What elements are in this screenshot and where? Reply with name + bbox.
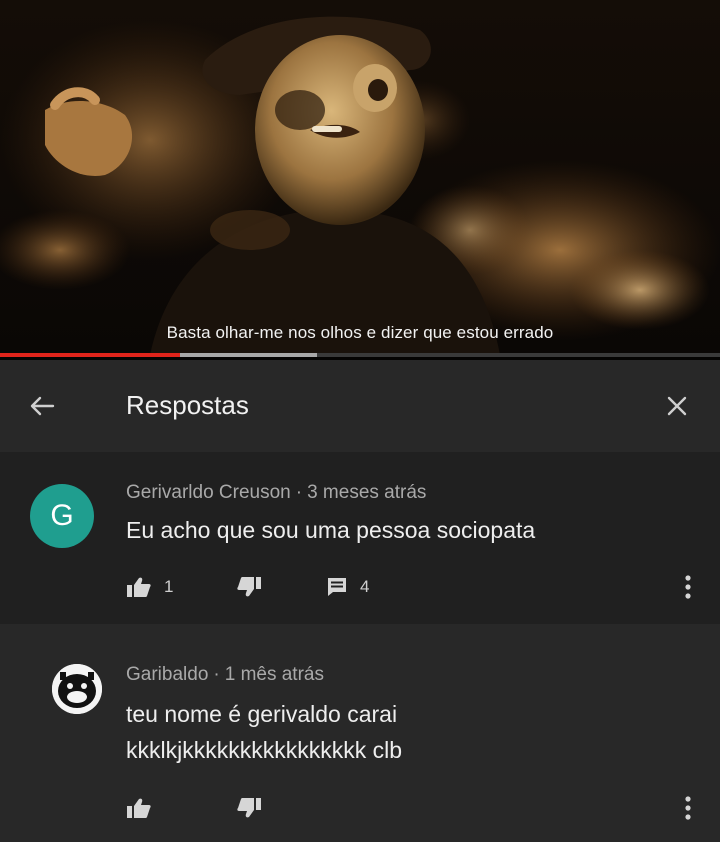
- reply-item: Garibaldo · 1 mês atrás teu nome é gerival…: [0, 624, 720, 842]
- comment-text: Eu acho que sou uma pessoa sociopata: [126, 512, 535, 548]
- reply-text: teu nome é gerivaldo carai kkklkjkkkkkkk…: [126, 696, 402, 768]
- reply-meta: Garibaldo · 1 mês atrás: [126, 664, 324, 685]
- comment-actions: 1 4: [126, 569, 426, 605]
- more-options-button[interactable]: [676, 788, 700, 828]
- thumbs-up-icon: [127, 798, 151, 818]
- avatar-image: [52, 664, 102, 714]
- comment-item: G Gerivarldo Creuson · 3 meses atrás Eu ac…: [0, 452, 720, 624]
- video-progress-bar[interactable]: [0, 353, 720, 357]
- reply-text-line-1: teu nome é gerivaldo carai: [126, 701, 398, 727]
- comment-meta: Gerivarldo Creuson · 3 meses atrás: [126, 482, 427, 503]
- comment-author[interactable]: Gerivarldo Creuson: [126, 482, 291, 503]
- more-options-button[interactable]: [676, 567, 700, 607]
- reply-author[interactable]: Garibaldo: [126, 664, 208, 685]
- video-subtitle: Basta olhar-me nos olhos e dizer que est…: [166, 323, 554, 342]
- reply-actions: [126, 790, 326, 826]
- like-count: 1: [164, 577, 174, 596]
- progress-played: [0, 353, 180, 357]
- reply-button[interactable]: 4: [326, 569, 369, 605]
- thumbs-down-icon: [237, 798, 261, 818]
- dislike-button[interactable]: [236, 790, 262, 826]
- like-button[interactable]: 1: [126, 569, 173, 605]
- avatar[interactable]: G: [30, 484, 94, 548]
- like-button[interactable]: [126, 790, 152, 826]
- comment-icon: [328, 578, 346, 596]
- back-button[interactable]: [22, 388, 62, 424]
- thumbs-up-icon: [127, 577, 151, 597]
- more-vert-icon: [685, 575, 691, 599]
- page: Basta olhar-me nos olhos e dizer que est…: [0, 0, 720, 842]
- header-title: Respostas: [126, 390, 249, 420]
- reply-time: 1 mês atrás: [224, 664, 324, 685]
- arrow-left-icon: [30, 396, 55, 416]
- comment-time: 3 meses atrás: [307, 482, 427, 503]
- thumbs-down-icon: [237, 577, 261, 597]
- video-frame: [0, 0, 720, 355]
- dislike-button[interactable]: [236, 569, 262, 605]
- comment-text-line: Eu acho que sou uma pessoa sociopata: [126, 517, 536, 543]
- close-icon: [667, 396, 687, 416]
- progress-buffered: [180, 353, 317, 357]
- close-button[interactable]: [657, 388, 697, 424]
- replies-header: Respostas: [0, 360, 720, 452]
- video-player[interactable]: Basta olhar-me nos olhos e dizer que est…: [0, 0, 720, 360]
- avatar[interactable]: [52, 664, 102, 714]
- reply-count: 4: [360, 577, 370, 596]
- more-vert-icon: [685, 796, 691, 820]
- reply-text-line-2: kkklkjkkkkkkkkkkkkkkkk clb: [126, 737, 403, 763]
